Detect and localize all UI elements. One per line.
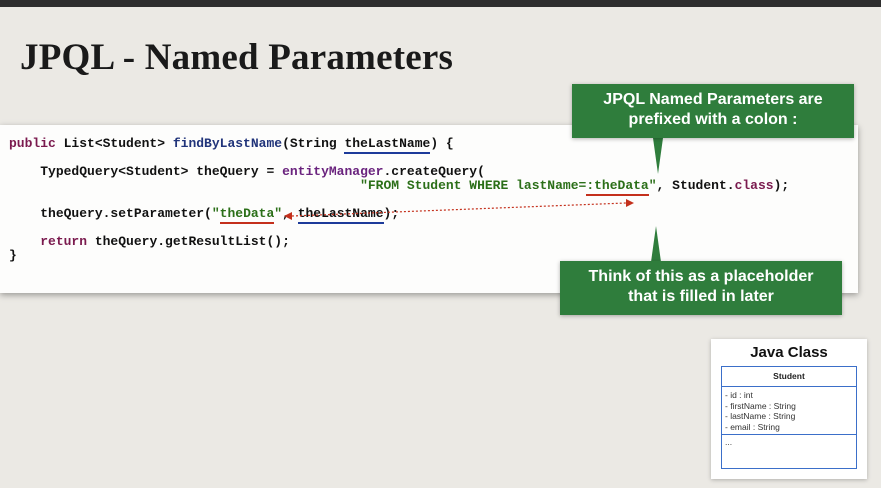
java-class-title: Java Class (750, 344, 828, 361)
uml-fields: - id : int - firstName : String - lastNa… (722, 387, 856, 435)
callout-named-params: JPQL Named Parameters are prefixed with … (572, 84, 854, 138)
callout-placeholder: Think of this as a placeholder that is f… (560, 261, 842, 315)
dotted-connector-line (291, 202, 627, 217)
callout-line: Think of this as a placeholder (588, 268, 814, 285)
arrow-head-right (626, 199, 634, 207)
callout-pointer-up (651, 226, 661, 262)
uml-field: - firstName : String (725, 400, 796, 411)
uml-field: - email : String (725, 421, 780, 432)
callout-line: that is filled in later (628, 288, 774, 305)
callout-line: prefixed with a colon : (628, 111, 798, 128)
arrow-head-left (284, 212, 292, 220)
uml-class-name: Student (722, 367, 856, 387)
uml-class-diagram: Student - id : int - firstName : String … (721, 366, 857, 469)
uml-field: - id : int (725, 390, 753, 400)
callout-line: JPQL Named Parameters are (603, 91, 823, 108)
uml-field: - lastName : String (725, 411, 796, 421)
callout-pointer-down (653, 138, 663, 174)
uml-methods: ... (725, 437, 733, 447)
java-class-card: Java Class Student - id : int - firstNam… (711, 339, 867, 479)
